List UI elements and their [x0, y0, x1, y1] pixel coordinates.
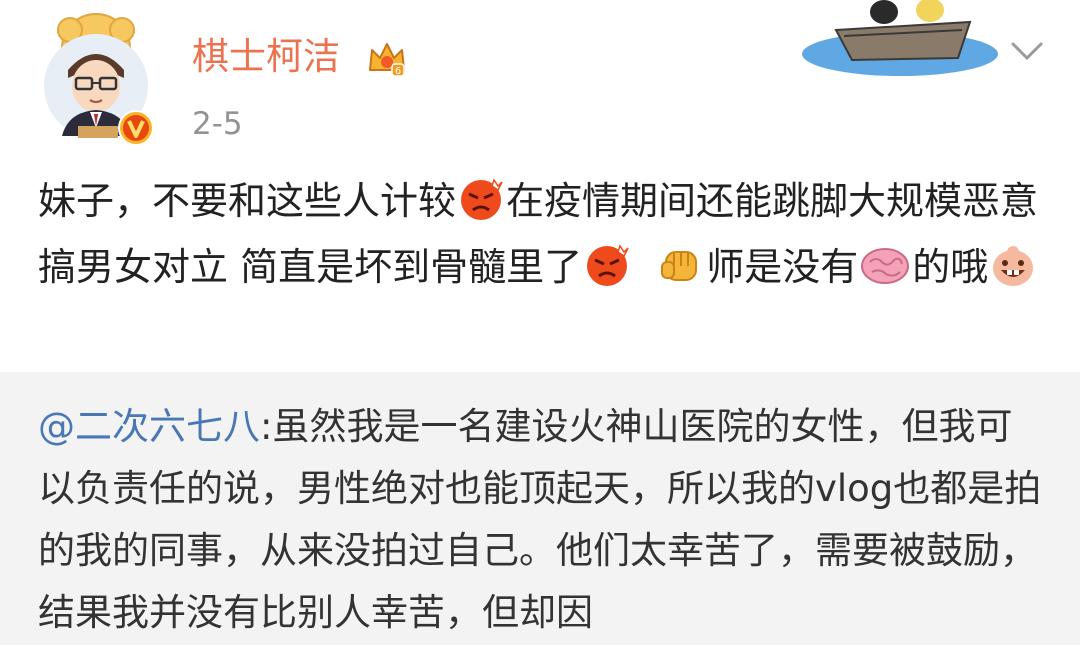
- quoted-post-text: @二次六七八:虽然我是一名建设火神山医院的女性，但我可以负责任的说，男性绝对也能…: [38, 396, 1048, 644]
- chevron-down-icon[interactable]: [1010, 40, 1044, 62]
- username[interactable]: 棋士柯洁: [192, 34, 340, 80]
- verified-badge-icon: [118, 110, 154, 146]
- grin-emoji: [990, 238, 1036, 304]
- post-text-part: 妹子，不要和这些人计较: [38, 179, 457, 223]
- post-text: 妹子，不要和这些人计较 在疫情期间还能跳脚大规模恶意搞男女对立 简直是坏到骨髓里了…: [38, 172, 1048, 304]
- post-text-part: 的哦: [912, 245, 989, 289]
- card-decoration-boat: [800, 0, 1005, 82]
- mention-link[interactable]: @二次六七八: [38, 405, 260, 448]
- vip-crown-icon[interactable]: 6: [366, 38, 408, 80]
- avatar[interactable]: [38, 8, 154, 146]
- quoted-post[interactable]: @二次六七八:虽然我是一名建设火神山医院的女性，但我可以负责任的说，男性绝对也能…: [0, 372, 1080, 645]
- post-text-part: 师是没有: [706, 245, 859, 289]
- svg-text:6: 6: [395, 66, 401, 77]
- angry-emoji: [458, 176, 504, 238]
- angry-emoji: [584, 242, 630, 304]
- fist-emoji: [658, 242, 704, 304]
- brain-emoji: [860, 242, 910, 304]
- post-date: 2-5: [192, 106, 243, 142]
- post-header: 棋士柯洁 6 2-5: [0, 0, 1080, 160]
